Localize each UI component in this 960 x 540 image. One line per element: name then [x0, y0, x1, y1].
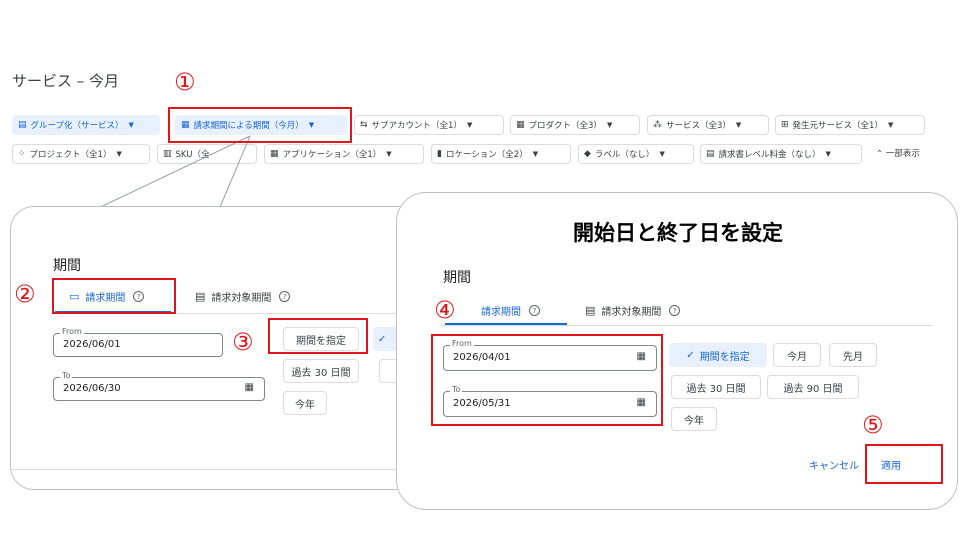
- custom-range-button[interactable]: ✓ 期間を指定: [669, 343, 767, 367]
- help-icon: ?: [529, 305, 540, 316]
- tab-billing-period[interactable]: 請求期間 ?: [481, 303, 540, 318]
- help-icon: ?: [669, 305, 681, 316]
- to-date-field[interactable]: To 2026/06/30 ▦: [53, 371, 265, 401]
- highlight-box-3: [268, 318, 368, 354]
- last-30-days-button[interactable]: 過去 30 日間: [283, 359, 359, 383]
- step-number-1: ①: [174, 68, 196, 96]
- from-label: From: [60, 327, 84, 336]
- highlight-box-4: [431, 334, 663, 426]
- tab-label: 請求期間: [481, 307, 521, 318]
- step-number-3: ③: [232, 328, 254, 356]
- to-value: 2026/06/30: [63, 383, 121, 394]
- document-icon: ▤: [195, 290, 206, 303]
- from-value: 2026/06/01: [63, 339, 121, 350]
- from-date-field[interactable]: From 2026/06/01: [53, 327, 223, 357]
- instruction-heading: 開始日と終了日を設定: [573, 221, 783, 245]
- this-month-button[interactable]: 今月: [773, 343, 821, 367]
- calendar-icon[interactable]: ▦: [245, 382, 254, 393]
- tab-usage-period[interactable]: ▤ 請求対象期間 ?: [195, 289, 291, 304]
- to-label: To: [60, 371, 73, 380]
- tab-label: 請求対象期間: [211, 293, 272, 304]
- step-number-5: ⑤: [862, 411, 884, 439]
- this-year-button[interactable]: 今年: [671, 407, 717, 431]
- check-icon: ✓: [378, 333, 387, 345]
- highlight-box-1: [168, 107, 352, 143]
- highlight-box-2: [52, 278, 176, 314]
- footer-divider: [11, 469, 429, 470]
- tabs-divider: [441, 325, 933, 326]
- step-number-4: ④: [434, 296, 456, 324]
- check-icon: ✓: [686, 349, 695, 361]
- document-icon: ▤: [585, 304, 596, 317]
- last-30-days-button[interactable]: 過去 30 日間: [671, 375, 761, 399]
- tab-label: 請求対象期間: [601, 307, 662, 318]
- step-number-2: ②: [14, 280, 36, 308]
- cancel-button[interactable]: キャンセル: [809, 457, 859, 472]
- help-icon: ?: [279, 291, 291, 302]
- custom-range-label: 期間を指定: [699, 351, 750, 363]
- period-title: 期間: [53, 258, 81, 274]
- tab-usage-period[interactable]: ▤ 請求対象期間 ?: [585, 303, 681, 318]
- highlight-box-5: [865, 444, 943, 484]
- last-90-days-button[interactable]: 過去 90 日間: [767, 375, 859, 399]
- this-year-button[interactable]: 今年: [283, 391, 327, 415]
- last-month-button[interactable]: 先月: [829, 343, 877, 367]
- period-title: 期間: [443, 270, 471, 286]
